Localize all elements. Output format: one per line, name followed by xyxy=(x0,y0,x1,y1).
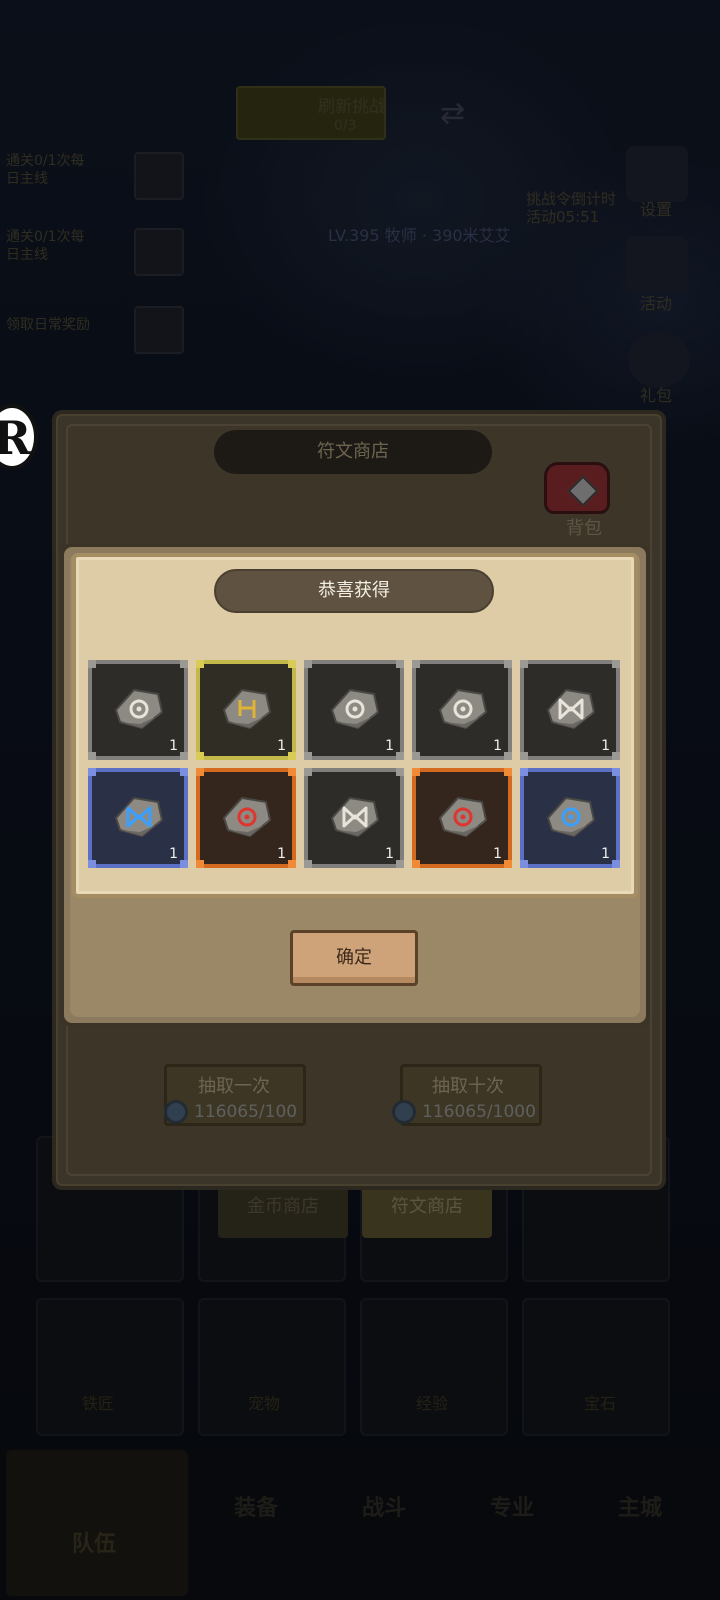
slot-corner xyxy=(396,752,404,760)
slot-corner xyxy=(88,752,96,760)
reward-quantity: 1 xyxy=(277,738,286,754)
reward-slot[interactable]: 1 xyxy=(304,768,404,868)
slot-corner xyxy=(612,752,620,760)
slot-corner xyxy=(196,768,204,776)
reward-quantity: 1 xyxy=(493,738,502,754)
reward-slot[interactable]: 1 xyxy=(412,660,512,760)
slot-corner xyxy=(520,768,528,776)
slot-corner xyxy=(304,860,312,868)
reward-slot[interactable]: 1 xyxy=(520,768,620,868)
slot-corner xyxy=(88,860,96,868)
reward-slot[interactable]: 1 xyxy=(304,660,404,760)
slot-corner xyxy=(288,860,296,868)
slot-corner xyxy=(412,860,420,868)
slot-corner xyxy=(196,860,204,868)
slot-corner xyxy=(88,768,96,776)
reward-quantity: 1 xyxy=(169,846,178,862)
slot-corner xyxy=(288,752,296,760)
slot-corner xyxy=(180,768,188,776)
slot-corner xyxy=(520,660,528,668)
reward-slot[interactable]: 1 xyxy=(196,660,296,760)
rune-stone-bowtie-icon xyxy=(114,796,164,838)
slot-corner xyxy=(612,860,620,868)
slot-corner xyxy=(504,752,512,760)
slot-corner xyxy=(612,768,620,776)
reward-quantity: 1 xyxy=(493,846,502,862)
rune-currency-icon xyxy=(164,1100,188,1124)
slot-corner xyxy=(520,752,528,760)
rune-shop-title: 符文商店 xyxy=(214,430,492,474)
draw-once-label: 抽取一次 xyxy=(198,1076,270,1097)
backpack-label: 背包 xyxy=(566,518,602,539)
rune-stone-circle-icon xyxy=(222,796,272,838)
slot-corner xyxy=(180,660,188,668)
rune-stone-bowtie-icon xyxy=(330,796,380,838)
draw-ten-label: 抽取十次 xyxy=(432,1076,504,1097)
draw-ten-cost: 116065/1000 xyxy=(422,1102,536,1122)
slot-corner xyxy=(612,660,620,668)
rune-stone-circle-icon xyxy=(546,796,596,838)
reward-dialog-title: 恭喜获得 xyxy=(214,569,494,613)
slot-corner xyxy=(504,660,512,668)
rune-currency-icon xyxy=(392,1100,416,1124)
reward-slot[interactable]: 1 xyxy=(520,660,620,760)
slot-corner xyxy=(88,660,96,668)
reward-slot[interactable]: 1 xyxy=(196,768,296,868)
slot-corner xyxy=(396,660,404,668)
slot-corner xyxy=(180,860,188,868)
slot-corner xyxy=(504,768,512,776)
slot-corner xyxy=(288,660,296,668)
slot-corner xyxy=(520,860,528,868)
confirm-button[interactable]: 确定 xyxy=(290,930,418,986)
slot-corner xyxy=(180,752,188,760)
slot-corner xyxy=(304,660,312,668)
reward-quantity: 1 xyxy=(277,846,286,862)
slot-corner xyxy=(412,660,420,668)
reward-slot[interactable]: 1 xyxy=(88,768,188,868)
rune-stone-circle-icon xyxy=(438,796,488,838)
reward-slot[interactable]: 1 xyxy=(88,660,188,760)
slot-corner xyxy=(304,768,312,776)
rune-stone-square-icon xyxy=(222,688,272,730)
slot-corner xyxy=(396,768,404,776)
reward-quantity: 1 xyxy=(601,846,610,862)
rune-stone-circle-icon xyxy=(114,688,164,730)
rune-stone-circle-icon xyxy=(330,688,380,730)
slot-corner xyxy=(504,860,512,868)
slot-corner xyxy=(304,752,312,760)
rune-stone-circle-icon xyxy=(438,688,488,730)
reward-quantity: 1 xyxy=(169,738,178,754)
reward-quantity: 1 xyxy=(385,738,394,754)
rune-stone-bowtie-icon xyxy=(546,688,596,730)
draw-once-cost: 116065/100 xyxy=(194,1102,298,1122)
slot-corner xyxy=(396,860,404,868)
backpack-icon[interactable] xyxy=(538,454,624,520)
slot-corner xyxy=(412,768,420,776)
reward-slot[interactable]: 1 xyxy=(412,768,512,868)
reward-quantity: 1 xyxy=(385,846,394,862)
slot-corner xyxy=(196,660,204,668)
slot-corner xyxy=(196,752,204,760)
slot-corner xyxy=(412,752,420,760)
slot-corner xyxy=(288,768,296,776)
reward-quantity: 1 xyxy=(601,738,610,754)
